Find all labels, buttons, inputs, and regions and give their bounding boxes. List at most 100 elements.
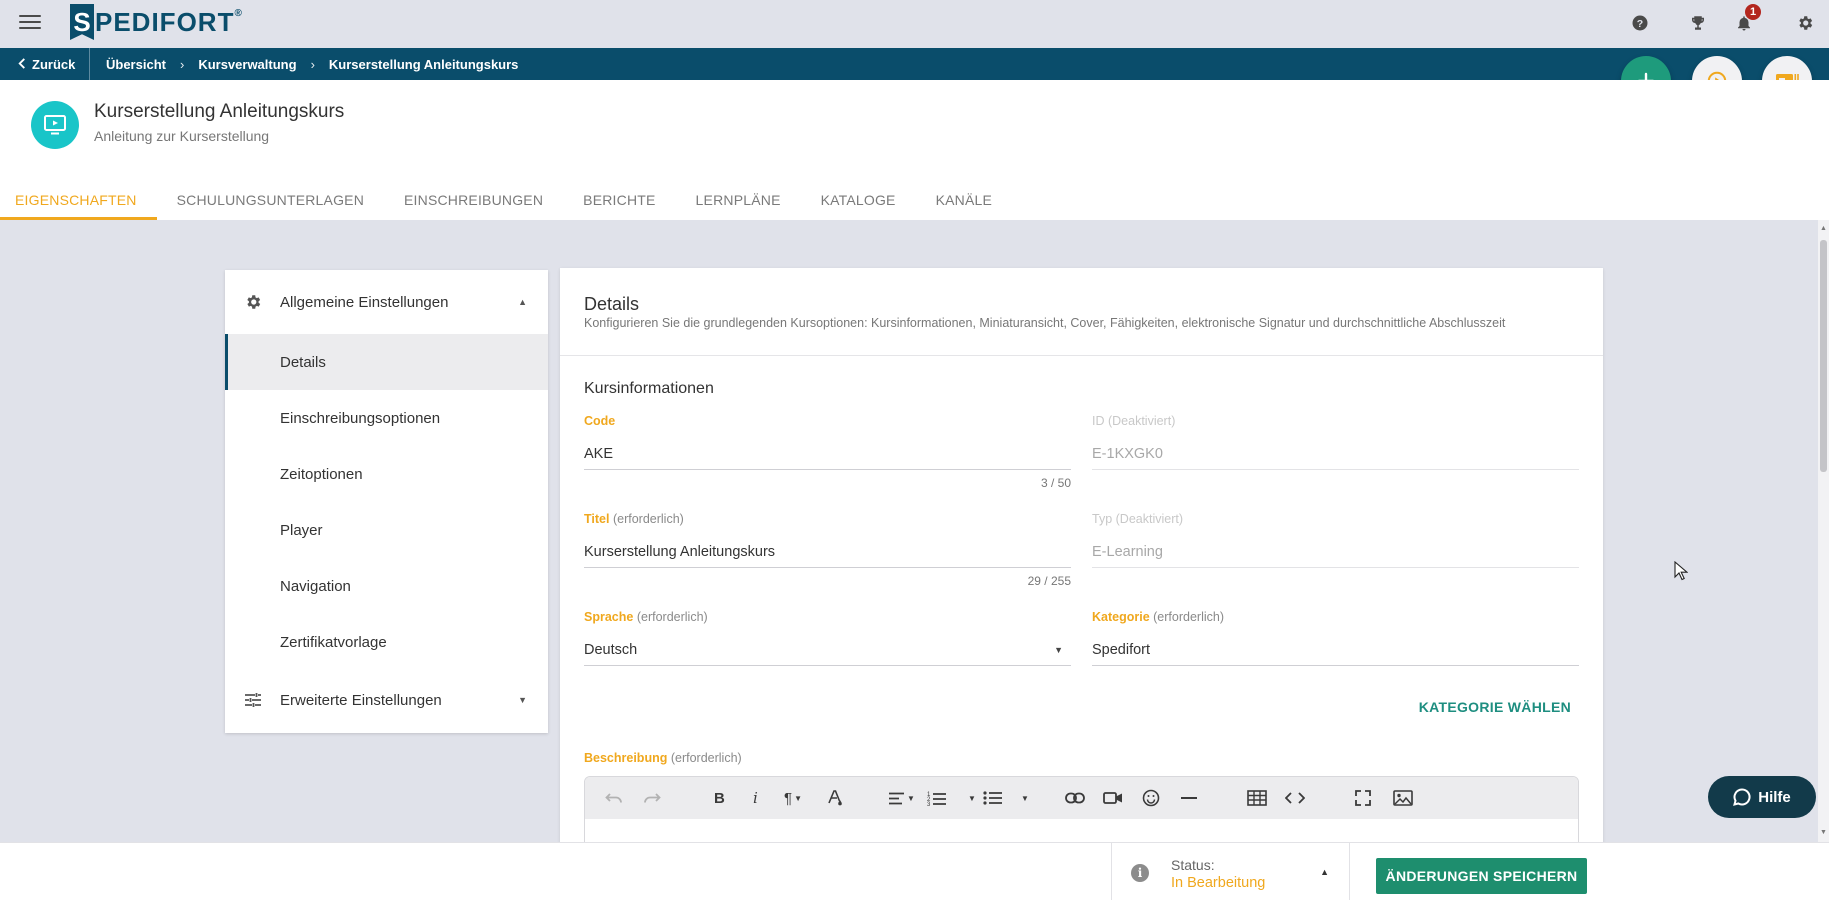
align-icon[interactable]: ▼ <box>888 788 915 808</box>
table-icon[interactable] <box>1247 788 1267 808</box>
category-value: Spedifort <box>1092 641 1151 658</box>
language-label-text: Sprache <box>584 610 634 624</box>
save-changes-label: Änderungen speichern <box>1385 868 1578 884</box>
scrollbar-thumb[interactable] <box>1820 240 1827 472</box>
link-icon[interactable] <box>1065 788 1085 808</box>
settings-navigation: Allgemeine Einstellungen ▲ Details Einsc… <box>225 270 548 733</box>
bullet-list-icon[interactable] <box>983 788 1003 808</box>
code-view-icon[interactable] <box>1285 788 1305 808</box>
help-label: Hilfe <box>1758 788 1791 806</box>
type-note: (Deaktiviert) <box>1115 512 1184 526</box>
title-value: Kurserstellung Anleitungskurs <box>584 543 776 560</box>
language-select[interactable]: Deutsch ▼ <box>584 634 1071 666</box>
type-field: Typ (Deaktiviert) E-Learning <box>1092 512 1579 568</box>
status-dropdown[interactable]: i Status: In Bearbeitung ▲ <box>1111 843 1350 900</box>
general-settings-group[interactable]: Allgemeine Einstellungen ▲ <box>225 270 548 334</box>
save-changes-button[interactable]: Änderungen speichern <box>1376 858 1587 894</box>
help-button[interactable]: Hilfe <box>1708 776 1816 818</box>
choose-category-button[interactable]: Kategorie wählen <box>1419 699 1571 715</box>
image-icon[interactable] <box>1393 788 1413 808</box>
tab-channels[interactable]: Kanäle <box>916 180 1012 220</box>
notification-bell-icon[interactable]: 1 <box>1733 4 1761 34</box>
title-char-counter: 29 / 255 <box>1027 574 1071 588</box>
mouse-cursor-icon <box>1674 561 1688 581</box>
settings-item-details[interactable]: Details <box>225 334 548 390</box>
scroll-down-arrow-icon[interactable]: ▼ <box>1820 829 1827 836</box>
breadcrumb-item-overview[interactable]: Übersicht <box>106 57 166 72</box>
tab-enrollments[interactable]: Einschreibungen <box>384 180 563 220</box>
title-label: Titel (erforderlich) <box>584 512 1071 526</box>
breadcrumb-item-course-management[interactable]: Kursverwaltung <box>198 57 296 72</box>
settings-gear-icon[interactable] <box>1794 12 1816 34</box>
tab-catalogs[interactable]: Kataloge <box>801 180 916 220</box>
trophy-icon[interactable] <box>1687 12 1709 34</box>
monitor-play-icon <box>44 115 66 135</box>
bottom-action-bar: i Status: In Bearbeitung ▲ Änderungen sp… <box>0 842 1829 900</box>
settings-item-time-options[interactable]: Zeitoptionen <box>225 446 548 502</box>
status-value: In Bearbeitung <box>1171 875 1266 891</box>
back-button[interactable]: Zurück <box>18 48 75 80</box>
undo-icon[interactable] <box>605 788 623 808</box>
code-value: AKE <box>584 445 614 462</box>
title-note: (erforderlich) <box>612 512 684 526</box>
description-note: (erforderlich) <box>670 751 742 765</box>
bullet-list-options-icon[interactable]: ▼ <box>1019 788 1029 808</box>
settings-item-certificate-template[interactable]: Zertifikatvorlage <box>225 614 548 670</box>
code-label: Code <box>584 414 1071 428</box>
paragraph-format-icon[interactable]: ¶ ▼ <box>784 788 802 808</box>
text-color-icon[interactable] <box>826 788 844 808</box>
language-field: Sprache (erforderlich) Deutsch ▼ <box>584 610 1071 666</box>
horizontal-line-icon[interactable] <box>1181 788 1197 808</box>
status-label: Status: <box>1171 857 1215 873</box>
caret-up-icon: ▲ <box>518 297 527 307</box>
italic-icon[interactable]: i <box>753 788 758 808</box>
redo-icon[interactable] <box>643 788 661 808</box>
breadcrumb-divider <box>89 48 90 80</box>
bold-icon[interactable]: B <box>714 788 725 808</box>
video-icon[interactable] <box>1103 788 1123 808</box>
emoji-icon[interactable] <box>1142 788 1160 808</box>
logo-text: PEDIFORT <box>95 7 235 37</box>
paragraph-glyph: ¶ <box>784 789 793 807</box>
course-info-section-title: Kursinformationen <box>584 380 714 397</box>
tab-training-materials[interactable]: Schulungsunterlagen <box>157 180 384 220</box>
tab-properties[interactable]: Eigenschaften <box>0 180 157 220</box>
ordered-list-icon[interactable]: 123 <box>927 788 947 808</box>
page-subtitle: Anleitung zur Kurserstellung <box>94 128 270 144</box>
details-description: Konfigurieren Sie die grundlegenden Kurs… <box>584 316 1506 330</box>
id-note: (Deaktiviert) <box>1107 414 1176 428</box>
course-type-icon <box>31 101 79 149</box>
category-field: Kategorie (erforderlich) Spedifort <box>1092 610 1579 666</box>
fullscreen-icon[interactable] <box>1355 788 1371 808</box>
title-input[interactable]: Kurserstellung Anleitungskurs <box>584 536 1071 568</box>
tab-bar: Eigenschaften Schulungsunterlagen Einsch… <box>0 180 1012 220</box>
back-label: Zurück <box>32 56 76 72</box>
title-label-text: Titel <box>584 512 610 526</box>
editor-toolbar: B i ¶ ▼ ▼ 123 ▼ ▼ <box>585 777 1578 819</box>
language-value: Deutsch <box>584 641 638 658</box>
spedifort-logo[interactable]: S PEDIFORT ® <box>70 4 242 40</box>
advanced-settings-group[interactable]: Erweiterte Einstellungen ▼ <box>225 674 548 726</box>
tab-learning-plans[interactable]: Lernpläne <box>676 180 801 220</box>
course-header: Kurserstellung Anleitungskurs Anleitung … <box>0 80 1829 220</box>
breadcrumb: Übersicht › Kursverwaltung › Kurserstell… <box>106 48 518 80</box>
settings-item-enrollment-options[interactable]: Einschreibungsoptionen <box>225 390 548 446</box>
code-input[interactable]: AKE <box>584 438 1071 470</box>
breadcrumb-bar: Zurück Übersicht › Kursverwaltung › Kurs… <box>0 48 1829 80</box>
logo-initial: S <box>70 4 94 40</box>
help-circle-icon[interactable]: ? <box>1629 12 1651 34</box>
scroll-up-arrow-icon[interactable]: ▲ <box>1820 225 1827 232</box>
details-card: Details Konfigurieren Sie die grundlegen… <box>560 268 1603 866</box>
id-input: E-1KXGK0 <box>1092 438 1579 470</box>
logo-registered: ® <box>234 8 242 19</box>
settings-item-navigation[interactable]: Navigation <box>225 558 548 614</box>
settings-item-player[interactable]: Player <box>225 502 548 558</box>
category-label-text: Kategorie <box>1092 610 1150 624</box>
ordered-list-options-icon[interactable]: ▼ <box>966 788 976 808</box>
category-input[interactable]: Spedifort <box>1092 634 1579 666</box>
top-bar: S PEDIFORT ® ? 1 <box>0 0 1829 48</box>
tab-reports[interactable]: Berichte <box>563 180 675 220</box>
menu-icon[interactable] <box>19 13 41 31</box>
details-header: Details Konfigurieren Sie die grundlegen… <box>560 268 1603 356</box>
notification-badge: 1 <box>1745 4 1761 20</box>
